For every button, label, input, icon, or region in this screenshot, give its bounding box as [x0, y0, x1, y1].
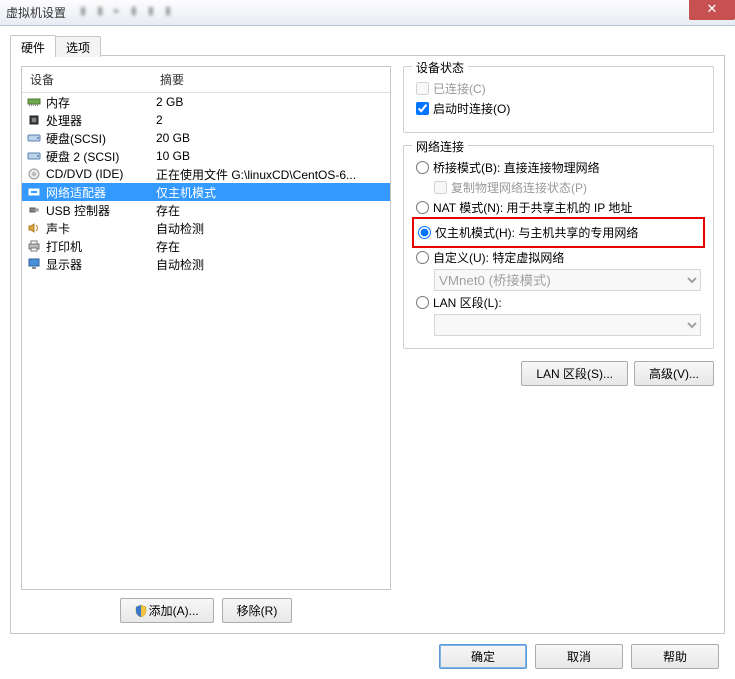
connected-checkbox: 已连接(C)	[416, 80, 701, 97]
hardware-row-cpu[interactable]: 处理器2	[22, 111, 390, 129]
highlight-hostonly: 仅主机模式(H): 与主机共享的专用网络	[412, 217, 705, 248]
radio-nat[interactable]: NAT 模式(N): 用于共享主机的 IP 地址	[416, 199, 701, 216]
hardware-list-header: 设备 摘要	[22, 67, 390, 93]
net-icon	[26, 185, 42, 199]
sound-icon	[26, 221, 42, 235]
device-name: 硬盘 2 (SCSI)	[46, 148, 156, 165]
device-summary: 10 GB	[156, 149, 386, 163]
dialog-footer: 确定 取消 帮助	[0, 634, 735, 679]
device-summary: 自动检测	[156, 256, 386, 273]
radio-bridged[interactable]: 桥接模式(B): 直接连接物理网络	[416, 159, 701, 176]
replicate-state-input	[434, 181, 447, 194]
device-name: 内存	[46, 94, 156, 111]
device-summary: 正在使用文件 G:\linuxCD\CentOS-6...	[156, 166, 386, 183]
cancel-button[interactable]: 取消	[535, 644, 623, 669]
radio-custom[interactable]: 自定义(U): 特定虚拟网络	[416, 249, 701, 266]
radio-lan[interactable]: LAN 区段(L):	[416, 294, 701, 311]
disk-icon	[26, 131, 42, 145]
radio-custom-input[interactable]	[416, 251, 429, 264]
hardware-row-memory[interactable]: 内存2 GB	[22, 93, 390, 111]
replicate-state-checkbox: 复制物理网络连接状态(P)	[434, 179, 701, 196]
lan-segment-select	[434, 314, 701, 336]
blur-toolbar: ▮ ▮ ▸ ▮ ▮ ▮	[80, 4, 175, 17]
hardware-row-display[interactable]: 显示器自动检测	[22, 255, 390, 273]
device-name: CD/DVD (IDE)	[46, 167, 156, 181]
tab-options[interactable]: 选项	[55, 36, 101, 57]
header-device: 设备	[22, 67, 152, 92]
hardware-row-disk[interactable]: 硬盘(SCSI)20 GB	[22, 129, 390, 147]
hardware-row-disk[interactable]: 硬盘 2 (SCSI)10 GB	[22, 147, 390, 165]
radio-nat-input[interactable]	[416, 201, 429, 214]
connect-on-power-checkbox[interactable]: 启动时连接(O)	[416, 100, 701, 117]
device-name: 打印机	[46, 238, 156, 255]
shield-icon	[135, 605, 147, 617]
printer-icon	[26, 239, 42, 253]
device-summary: 20 GB	[156, 131, 386, 145]
hardware-list: 设备 摘要 内存2 GB处理器2硬盘(SCSI)20 GB硬盘 2 (SCSI)…	[21, 66, 391, 590]
disk-icon	[26, 149, 42, 163]
device-name: 硬盘(SCSI)	[46, 130, 156, 147]
vmnet-select: VMnet0 (桥接模式)	[434, 269, 701, 291]
advanced-button[interactable]: 高级(V)...	[634, 361, 714, 386]
connect-on-power-label: 启动时连接(O)	[433, 100, 510, 117]
replicate-state-label: 复制物理网络连接状态(P)	[451, 179, 587, 196]
radio-hostonly-label: 仅主机模式(H): 与主机共享的专用网络	[435, 224, 638, 241]
network-connection-legend: 网络连接	[412, 138, 468, 155]
radio-custom-label: 自定义(U): 特定虚拟网络	[433, 249, 564, 266]
device-name: 网络适配器	[46, 184, 156, 201]
device-name: 处理器	[46, 112, 156, 129]
hardware-row-net[interactable]: 网络适配器仅主机模式	[22, 183, 390, 201]
cd-icon	[26, 167, 42, 181]
add-button[interactable]: 添加(A)...	[120, 598, 214, 623]
connected-checkbox-input	[416, 82, 429, 95]
radio-hostonly[interactable]: 仅主机模式(H): 与主机共享的专用网络	[418, 224, 699, 241]
hardware-row-cd[interactable]: CD/DVD (IDE)正在使用文件 G:\linuxCD\CentOS-6..…	[22, 165, 390, 183]
device-summary: 2	[156, 113, 386, 127]
device-summary: 存在	[156, 202, 386, 219]
hardware-row-usb[interactable]: USB 控制器存在	[22, 201, 390, 219]
display-icon	[26, 257, 42, 271]
radio-nat-label: NAT 模式(N): 用于共享主机的 IP 地址	[433, 199, 632, 216]
radio-hostonly-input[interactable]	[418, 226, 431, 239]
hardware-row-printer[interactable]: 打印机存在	[22, 237, 390, 255]
close-button[interactable]: ✕	[689, 0, 735, 20]
device-name: USB 控制器	[46, 202, 156, 219]
ok-button[interactable]: 确定	[439, 644, 527, 669]
device-name: 声卡	[46, 220, 156, 237]
device-name: 显示器	[46, 256, 156, 273]
usb-icon	[26, 203, 42, 217]
device-summary: 存在	[156, 238, 386, 255]
memory-icon	[26, 95, 42, 109]
device-status-group: 设备状态 已连接(C) 启动时连接(O)	[403, 66, 714, 133]
titlebar: 虚拟机设置 ▮ ▮ ▸ ▮ ▮ ▮ ✕	[0, 0, 735, 26]
lan-segments-button[interactable]: LAN 区段(S)...	[521, 361, 628, 386]
radio-bridged-input[interactable]	[416, 161, 429, 174]
device-status-legend: 设备状态	[412, 59, 468, 76]
radio-lan-input[interactable]	[416, 296, 429, 309]
device-summary: 2 GB	[156, 95, 386, 109]
header-summary: 摘要	[152, 67, 390, 92]
device-summary: 自动检测	[156, 220, 386, 237]
connect-on-power-input[interactable]	[416, 102, 429, 115]
window-title: 虚拟机设置	[6, 4, 66, 21]
hardware-row-sound[interactable]: 声卡自动检测	[22, 219, 390, 237]
tabstrip: 硬件 选项	[10, 34, 725, 56]
help-button[interactable]: 帮助	[631, 644, 719, 669]
add-button-label: 添加(A)...	[149, 604, 199, 618]
radio-bridged-label: 桥接模式(B): 直接连接物理网络	[433, 159, 600, 176]
remove-button[interactable]: 移除(R)	[222, 598, 293, 623]
radio-lan-label: LAN 区段(L):	[433, 294, 502, 311]
cpu-icon	[26, 113, 42, 127]
tab-hardware[interactable]: 硬件	[10, 35, 56, 56]
network-connection-group: 网络连接 桥接模式(B): 直接连接物理网络 复制物理网络连接状态(P) NAT…	[403, 145, 714, 349]
connected-label: 已连接(C)	[433, 80, 486, 97]
device-summary: 仅主机模式	[156, 184, 386, 201]
